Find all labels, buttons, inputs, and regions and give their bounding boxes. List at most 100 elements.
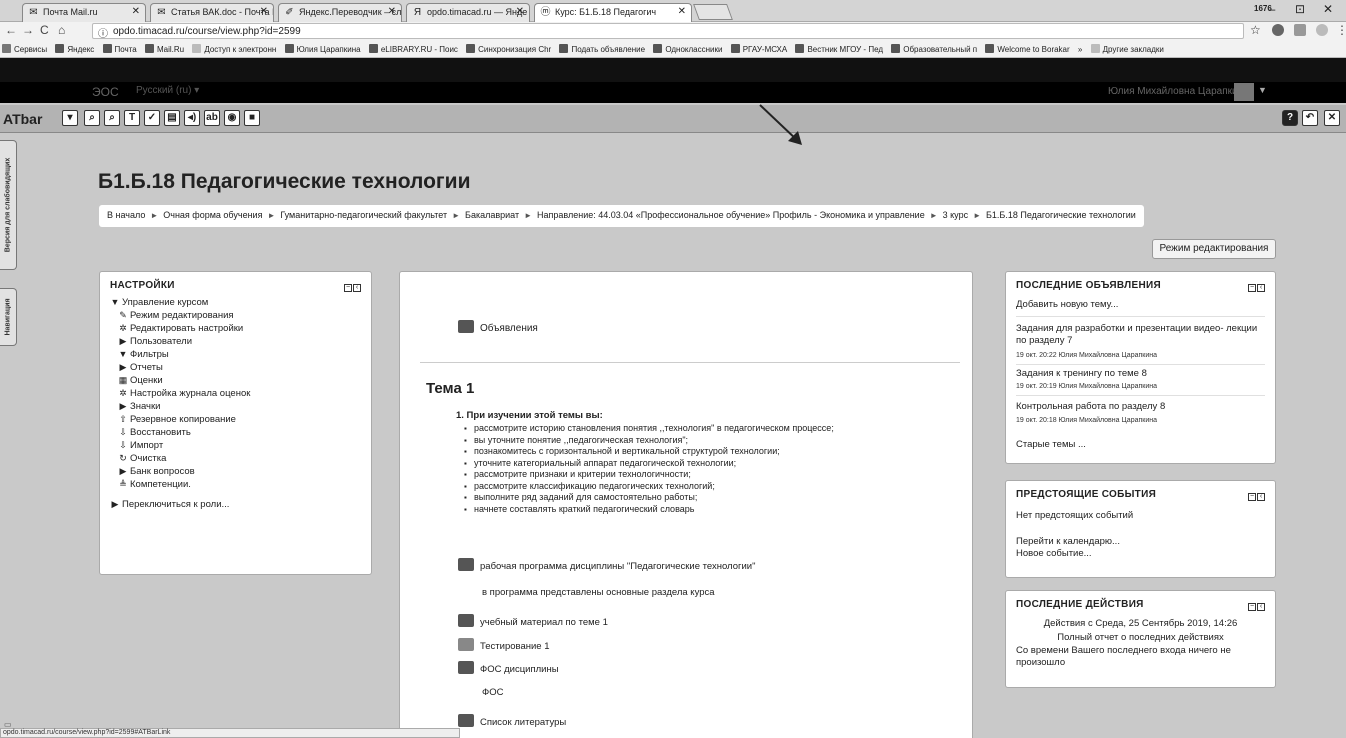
bookmark[interactable]: Доступ к электронн bbox=[190, 40, 280, 54]
settings-item[interactable]: ▦ Оценки bbox=[110, 374, 250, 387]
resource-link[interactable]: ФОС дисциплины bbox=[458, 661, 559, 675]
dock-icon[interactable]: ‹ bbox=[1257, 284, 1265, 292]
close-icon[interactable]: ✕ bbox=[132, 6, 140, 17]
collapse-icon[interactable]: − bbox=[344, 284, 352, 292]
accessibility-version-tab[interactable]: Версия для слабовидящих bbox=[0, 140, 17, 270]
dock-icon[interactable]: ‹ bbox=[1257, 603, 1265, 611]
bookmark[interactable]: Одноклассники bbox=[651, 40, 726, 54]
zoom-out-icon[interactable]: ⌕ bbox=[104, 110, 120, 126]
bookmark[interactable]: Юлия Царапкина bbox=[283, 40, 365, 54]
home-icon[interactable]: ⌂ bbox=[58, 23, 65, 37]
url-input[interactable]: ⓘ opdo.timacad.ru/course/view.php?id=2599 bbox=[92, 23, 1244, 40]
spellcheck-icon[interactable]: ✓ bbox=[144, 110, 160, 126]
news-item-link[interactable]: Контрольная работа по разделу 8 bbox=[1016, 401, 1165, 413]
apps-bookmark[interactable]: Сервисы bbox=[0, 40, 51, 54]
browser-tab[interactable]: Яopdo.timacad.ru — Янде ✕ bbox=[406, 3, 530, 22]
reset-icon[interactable]: ↶ bbox=[1302, 110, 1318, 126]
browser-tab-active[interactable]: ⓜ Курс: Б1.Б.18 Педагогич ✕ bbox=[534, 3, 692, 22]
breadcrumb-item[interactable]: Направление: 44.03.04 «Профессиональное … bbox=[537, 210, 925, 220]
settings-item[interactable]: ≜ Компетенции. bbox=[110, 478, 250, 491]
browser-tab[interactable]: ✉ Статья ВАК.doc - Почта I ✕ bbox=[150, 3, 274, 22]
breadcrumb-item[interactable]: Гуманитарно-педагогический факультет bbox=[280, 210, 447, 220]
news-item-link[interactable]: Задания к тренингу по теме 8 bbox=[1016, 368, 1147, 380]
bookmark[interactable]: Образовательный п bbox=[889, 40, 981, 54]
chevron-down-icon[interactable]: ▼ bbox=[1258, 85, 1267, 95]
dictionary-icon[interactable]: ▤ bbox=[164, 110, 180, 126]
full-report-link[interactable]: Полный отчет о последних действиях bbox=[1006, 632, 1275, 644]
navigation-tab[interactable]: Навигация bbox=[0, 288, 17, 346]
reload-icon[interactable]: C bbox=[40, 23, 49, 37]
speaker-icon[interactable]: ◂) bbox=[184, 110, 200, 126]
dock-icon[interactable]: ‹ bbox=[353, 284, 361, 292]
settings-item[interactable]: ⇩ Импорт bbox=[110, 439, 250, 452]
new-tab-button[interactable] bbox=[693, 4, 733, 20]
collapse-icon[interactable]: − bbox=[1248, 603, 1256, 611]
word-prediction-icon[interactable]: ab bbox=[204, 110, 220, 126]
bookmark[interactable]: Подать объявление bbox=[557, 40, 649, 54]
settings-item[interactable]: ⇩ Восстановить bbox=[110, 426, 250, 439]
resource-link[interactable]: Список литературы bbox=[458, 714, 566, 728]
settings-menu-icon[interactable]: ▾ bbox=[62, 110, 78, 126]
close-icon[interactable]: ✕ bbox=[678, 6, 686, 17]
news-item-link[interactable]: Задания для разработки и презентации вид… bbox=[1016, 323, 1268, 347]
add-topic-link[interactable]: Добавить новую тему... bbox=[1016, 299, 1118, 311]
language-menu[interactable]: Русский (ru) ▾ bbox=[136, 85, 199, 96]
edit-mode-button[interactable]: Режим редактирования bbox=[1152, 239, 1276, 259]
browser-tab[interactable]: ✉ Почта Mail.ru ✕ bbox=[22, 3, 146, 22]
settings-item[interactable]: ↻ Очистка bbox=[110, 452, 250, 465]
settings-item[interactable]: ✲ Настройка журнала оценок bbox=[110, 387, 250, 400]
close-icon[interactable]: ✕ bbox=[388, 6, 396, 17]
breadcrumb-item[interactable]: Очная форма обучения bbox=[163, 210, 262, 220]
help-icon[interactable]: ? bbox=[1282, 110, 1298, 126]
extension-icon[interactable] bbox=[1316, 24, 1328, 36]
close-window-icon[interactable]: ✕ bbox=[1314, 2, 1342, 16]
settings-item[interactable]: ▼ Управление курсом bbox=[110, 296, 250, 309]
settings-item[interactable]: ▶ Отчеты bbox=[110, 361, 250, 374]
news-forum-link[interactable]: Объявления bbox=[458, 320, 538, 334]
avatar[interactable] bbox=[1234, 83, 1254, 101]
user-name[interactable]: Юлия Михайловна Царапкина bbox=[1108, 86, 1249, 97]
bookmark[interactable]: Синхронизация Chr bbox=[464, 40, 555, 54]
bookmark[interactable]: РГАУ-МСХА bbox=[729, 40, 792, 54]
collapse-icon[interactable]: − bbox=[1248, 284, 1256, 292]
settings-item[interactable]: ✲ Редактировать настройки bbox=[110, 322, 250, 335]
calendar-link[interactable]: Перейти к календарю... bbox=[1016, 536, 1120, 548]
zoom-in-icon[interactable]: ⌕ bbox=[84, 110, 100, 126]
settings-item[interactable]: ▶ Банк вопросов bbox=[110, 465, 250, 478]
resource-link[interactable]: рабочая программа дисциплины "Педагогиче… bbox=[458, 558, 755, 572]
settings-item[interactable]: ⇧ Резервное копирование bbox=[110, 413, 250, 426]
quiz-link[interactable]: Тестирование 1 bbox=[458, 638, 550, 652]
bookmark[interactable]: Welcome to Borakar bbox=[983, 40, 1073, 54]
breadcrumb-item[interactable]: В начало bbox=[107, 210, 145, 220]
settings-item[interactable]: ✎ Режим редактирования bbox=[110, 309, 250, 322]
close-icon[interactable]: ✕ bbox=[516, 6, 524, 17]
site-brand[interactable]: ЭОС bbox=[92, 85, 119, 99]
settings-item[interactable]: ▶ Пользователи bbox=[110, 335, 250, 348]
resource-link[interactable]: учебный материал по теме 1 bbox=[458, 614, 608, 628]
dock-icon[interactable]: ‹ bbox=[1257, 493, 1265, 501]
restore-icon[interactable]: ⊡ bbox=[1286, 2, 1314, 16]
other-bookmarks[interactable]: Другие закладки bbox=[1089, 40, 1168, 54]
older-topics-link[interactable]: Старые темы ... bbox=[1016, 439, 1086, 451]
extension-icon[interactable] bbox=[1272, 24, 1284, 36]
browser-tab[interactable]: ✐ Яндекс.Переводчик – сл ✕ bbox=[278, 3, 402, 22]
bookmark[interactable]: Mail.Ru bbox=[143, 40, 188, 54]
minimize-icon[interactable]: – bbox=[1258, 2, 1286, 16]
menu-icon[interactable]: ⋮ bbox=[1336, 23, 1346, 37]
settings-item[interactable]: ▶ Значки bbox=[110, 400, 250, 413]
more-bookmarks[interactable]: » bbox=[1076, 41, 1086, 54]
extension-icon[interactable] bbox=[1294, 24, 1306, 36]
settings-item[interactable]: ▼ Фильтры bbox=[110, 348, 250, 361]
breadcrumb-item[interactable]: Б1.Б.18 Педагогические технологии bbox=[986, 210, 1136, 220]
star-icon[interactable]: ☆ bbox=[1250, 23, 1261, 37]
color-icon[interactable]: ◉ bbox=[224, 110, 240, 126]
breadcrumb-item[interactable]: 3 курс bbox=[943, 210, 968, 220]
new-event-link[interactable]: Новое событие... bbox=[1016, 548, 1092, 560]
close-icon[interactable]: ✕ bbox=[1324, 110, 1340, 126]
settings-item[interactable]: ▶ Переключиться к роли... bbox=[110, 498, 250, 511]
bookmark[interactable]: Почта bbox=[101, 40, 141, 54]
close-icon[interactable]: ✕ bbox=[260, 6, 268, 17]
bookmark[interactable]: eLIBRARY.RU - Поис bbox=[367, 40, 462, 54]
collapse-icon[interactable]: − bbox=[1248, 493, 1256, 501]
forward-icon[interactable]: → bbox=[22, 23, 34, 37]
